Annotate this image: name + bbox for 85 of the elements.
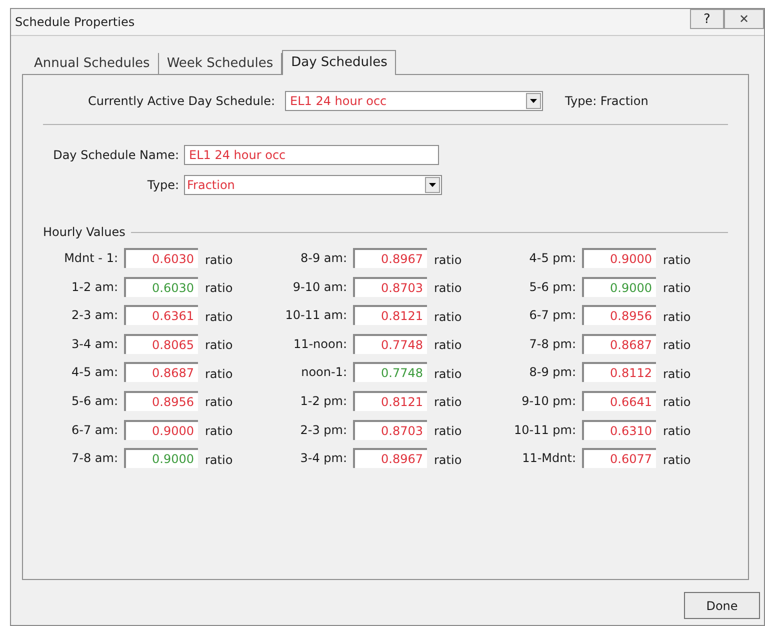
close-button[interactable]: ✕ [724,9,764,29]
unit-label: ratio [434,423,462,440]
type-dropdown[interactable]: Fraction [184,175,442,195]
field-label: Currently Active Day Schedule: [87,93,275,110]
value-field[interactable]: 0.8703 [353,420,427,440]
hour-label: 7-8 am: [70,450,118,468]
hour-label: 9-10 pm: [520,392,576,410]
value-field[interactable]: 0.8956 [582,305,656,326]
hour-label: 8-9 pm: [528,364,576,382]
value-field[interactable]: 0.6361 [124,305,198,326]
value-field[interactable]: 0.6077 [582,448,656,468]
unit-label: ratio [205,366,233,383]
schedule-dropdown[interactable]: EL1 24 hour occ [285,91,543,111]
unit-label: ratio [205,394,233,412]
hour-label: 6-7 pm: [528,307,576,324]
value-field[interactable]: 0.7748 [353,334,427,354]
unit-label: ratio [663,308,691,326]
unit-label: ratio [663,252,691,268]
tab[interactable]: Day Schedules [282,50,396,75]
hour-label: 7-8 pm: [528,336,576,353]
unit-label: ratio [434,394,462,412]
field-label: Type: [146,177,179,194]
hour-label: 5-6 pm: [528,278,576,296]
field-label: Day Schedule Name: [52,147,179,164]
unit-label: ratio [434,308,462,326]
value-field[interactable]: 0.6030 [124,276,198,297]
value-field[interactable]: 0.8956 [124,390,198,411]
hour-label: 11-noon: [292,336,347,353]
value-field[interactable]: 0.8703 [353,276,427,297]
hour-label: 10-11 pm: [512,422,576,439]
section-title: Hourly Values [43,224,126,241]
value-field[interactable]: 0.7748 [353,362,427,382]
unit-label: ratio [205,423,233,440]
unit-label: ratio [663,423,691,440]
value-field[interactable]: 0.9000 [582,248,656,268]
hour-label: 11-Mdnt: [521,450,576,468]
unit-label: ratio [663,452,691,469]
hour-label: 9-10 am: [292,278,347,296]
hour-label: noon-1: [300,364,347,382]
hour-label: 4-5 am: [70,364,118,382]
unit-label: ratio [663,280,691,298]
value-field[interactable]: 0.9000 [124,420,198,440]
value-field[interactable]: 0.8112 [582,362,656,382]
unit-label: ratio [663,366,691,383]
unit-label: ratio [434,452,462,469]
hour-label: 2-3 am: [70,307,118,324]
value-field[interactable]: 0.8687 [582,334,656,354]
hour-label: 2-3 pm: [299,422,347,439]
hour-label: 1-2 am: [70,278,118,296]
unit-label: ratio [205,337,233,354]
window-title: Schedule Properties [15,14,135,31]
value-field[interactable]: 0.8121 [353,390,427,411]
value-field[interactable]: 0.9000 [124,448,198,468]
unit-label: ratio [205,280,233,298]
hour-label: 5-6 am: [70,392,118,410]
help-button[interactable]: ? [690,9,724,29]
hour-label: 1-2 pm: [299,392,347,410]
hour-label: 3-4 am: [70,336,118,353]
type-text: Type: Fraction [565,93,648,110]
unit-label: ratio [434,280,462,298]
name-field[interactable]: EL1 24 hour occ [184,145,439,165]
hour-label: 8-9 am: [300,250,347,267]
unit-label: ratio [205,252,233,268]
hour-label: 4-5 pm: [528,250,576,267]
hour-label: 3-4 pm: [299,450,347,468]
value-field[interactable]: 0.6641 [582,390,656,411]
value-field[interactable]: 0.8967 [353,248,427,268]
value-field[interactable]: 0.9000 [582,276,656,297]
value-field[interactable]: 0.6310 [582,420,656,440]
unit-label: ratio [434,252,462,268]
hour-label: Mdnt - 1: [63,250,118,267]
unit-label: ratio [434,337,462,354]
unit-label: ratio [205,308,233,326]
value-field[interactable]: 0.8121 [353,305,427,326]
hour-label: 6-7 am: [70,422,118,439]
unit-label: ratio [663,337,691,354]
value-field[interactable]: 0.6030 [124,248,198,268]
value-field[interactable]: 0.8967 [353,448,427,468]
value-field[interactable]: 0.8687 [124,362,198,382]
unit-label: ratio [434,366,462,383]
unit-label: ratio [205,452,233,469]
unit-label: ratio [663,394,691,412]
hour-label: 10-11 am: [284,307,347,324]
done-button[interactable]: Done [684,592,760,619]
value-field[interactable]: 0.8065 [124,334,198,354]
